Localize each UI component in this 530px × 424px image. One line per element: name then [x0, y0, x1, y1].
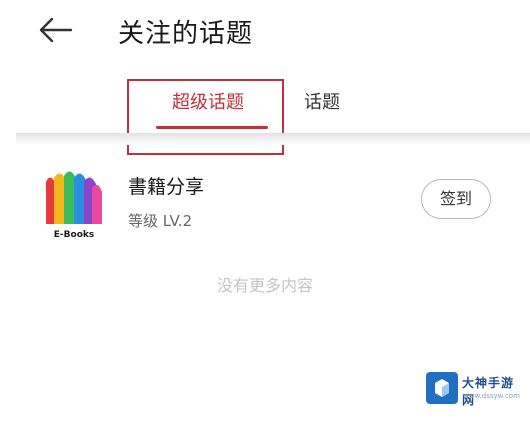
watermark-url: www.dssyw.com: [463, 392, 520, 400]
no-more-content-text: 没有更多内容: [216, 276, 313, 295]
watermark-logo-icon: [426, 372, 458, 404]
tab-topics[interactable]: 话题: [304, 88, 340, 114]
app-header: 关注的话题: [0, 0, 530, 60]
arrow-left-icon: [39, 17, 73, 43]
list-item[interactable]: E-Books 書籍分享 等级 LV.2 签到: [0, 160, 530, 252]
section-divider: [16, 133, 530, 145]
site-watermark: 大神手游网 www.dssyw.com: [426, 372, 520, 407]
topic-name[interactable]: 書籍分享: [128, 172, 204, 199]
page-title: 关注的话题: [118, 19, 254, 49]
topic-level: 等级 LV.2: [128, 212, 193, 230]
watermark-name: 大神手游网: [462, 376, 515, 407]
back-button[interactable]: [36, 12, 76, 48]
svg-text:E-Books: E-Books: [54, 230, 94, 240]
book-logo-icon: E-Books: [46, 171, 102, 240]
sign-in-button[interactable]: 签到: [421, 179, 491, 219]
